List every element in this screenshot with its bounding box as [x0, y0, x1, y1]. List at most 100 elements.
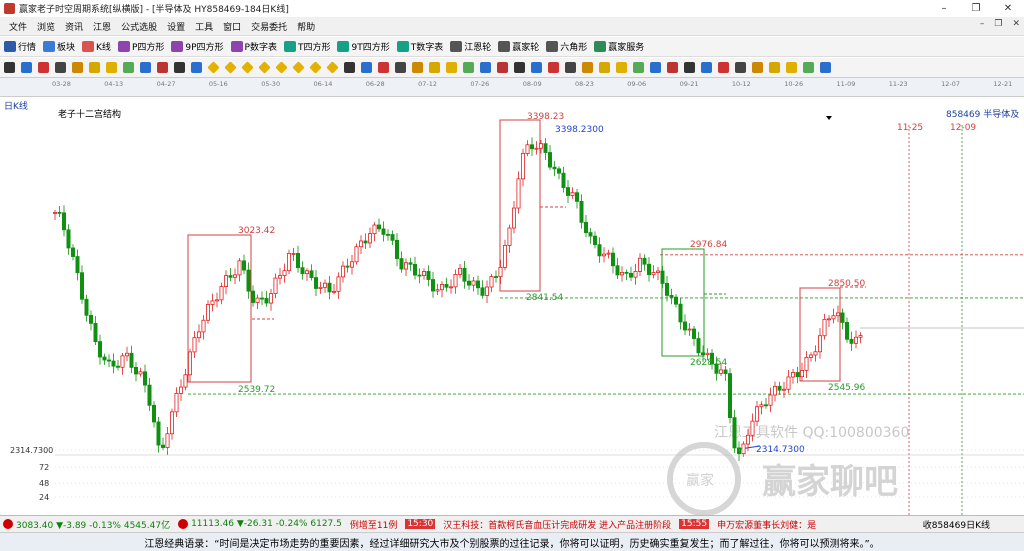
arrow-right-icon[interactable]	[157, 62, 168, 73]
tick-icon[interactable]	[106, 62, 117, 73]
kline-type-icon[interactable]	[55, 62, 66, 73]
grid-icon[interactable]	[4, 62, 15, 73]
menu-settings[interactable]: 设置	[162, 20, 190, 33]
maximize-button[interactable]: ❐	[960, 0, 992, 16]
sz-index[interactable]: 11113.46 ▼-26.31 -0.24% 6127.5	[191, 519, 342, 529]
draw-icon[interactable]	[21, 62, 32, 73]
news-ticker-3[interactable]: 申万宏源董事长刘健：是	[717, 518, 816, 531]
lock-icon[interactable]	[497, 62, 508, 73]
grid2-icon[interactable]	[769, 62, 780, 73]
menu-file[interactable]: 文件	[4, 20, 32, 33]
candle-body	[606, 252, 611, 255]
candle-body	[286, 253, 291, 272]
mdi-minimize-button[interactable]: –	[980, 19, 985, 29]
diamond-icon[interactable]	[224, 61, 237, 74]
diamond-icon[interactable]	[241, 61, 254, 74]
news-ticker-1[interactable]: 例增至11例	[350, 518, 397, 531]
toolbar-button-9[interactable]: 江恩轮	[450, 40, 491, 53]
menu-window[interactable]: 窗口	[218, 20, 246, 33]
cycle-icon[interactable]	[633, 62, 644, 73]
toolbar-button-6[interactable]: T四方形	[283, 40, 330, 53]
hand-icon[interactable]	[344, 62, 355, 73]
quote-bar: 江恩经典语录：“时间是决定市场走势的重要因素，经过详细研究大市及个别股票的过往记…	[0, 532, 1024, 551]
mdi-close-button[interactable]: ✕	[1012, 19, 1020, 29]
pitch-icon[interactable]	[701, 62, 712, 73]
date-tick: 07-26	[470, 80, 489, 88]
channel-icon[interactable]	[667, 62, 678, 73]
circle-icon[interactable]	[429, 62, 440, 73]
y-axis-label: 72	[39, 463, 49, 472]
chart2-icon[interactable]	[599, 62, 610, 73]
toolbar-label: 9T四方形	[351, 43, 390, 53]
candle-body	[354, 246, 359, 263]
menu-gann[interactable]: 江恩	[88, 20, 116, 33]
camera-icon[interactable]	[548, 62, 559, 73]
candle-body	[394, 239, 399, 259]
candle-body	[322, 282, 327, 288]
ma-icon[interactable]	[72, 62, 83, 73]
cursor-icon[interactable]	[123, 62, 134, 73]
candle-body	[318, 286, 323, 289]
menu-trade[interactable]: 交易委托	[246, 20, 292, 33]
structure-label: 老子十二宫结构	[58, 108, 121, 120]
save-icon[interactable]	[514, 62, 525, 73]
gann-fan-icon[interactable]	[446, 62, 457, 73]
menu-formula[interactable]: 公式选股	[116, 20, 162, 33]
sh-index[interactable]: 3083.40 ▼-3.89 -0.13% 4545.47亿	[16, 518, 170, 531]
square-icon[interactable]	[463, 62, 474, 73]
angle-icon[interactable]	[650, 62, 661, 73]
diamond-icon[interactable]	[292, 61, 305, 74]
toolbar-button-12[interactable]: 赢家服务	[594, 40, 644, 53]
text-icon[interactable]	[395, 62, 406, 73]
toolbar-button-1[interactable]: 板块	[43, 40, 75, 53]
copy-icon[interactable]	[565, 62, 576, 73]
diamond-icon[interactable]	[275, 61, 288, 74]
diamond-icon[interactable]	[326, 61, 339, 74]
wave-icon[interactable]	[616, 62, 627, 73]
candle-body	[300, 267, 305, 275]
toolbar-button-3[interactable]: P四方形	[117, 40, 164, 53]
zoom-icon[interactable]	[38, 62, 49, 73]
fan-icon[interactable]	[684, 62, 695, 73]
dropdown-arrow-icon[interactable]	[826, 116, 832, 120]
candle-body	[669, 295, 674, 298]
menu-help[interactable]: 帮助	[292, 20, 320, 33]
toolbar-button-7[interactable]: 9T四方形	[337, 40, 390, 53]
table-icon[interactable]	[786, 62, 797, 73]
menu-info[interactable]: 资讯	[60, 20, 88, 33]
toolbar-button-10[interactable]: 赢家轮	[498, 40, 539, 53]
toolbar-button-11[interactable]: 六角形	[546, 40, 587, 53]
arrow-left-icon[interactable]	[140, 62, 151, 73]
spiral-icon[interactable]	[752, 62, 763, 73]
first-icon[interactable]	[174, 62, 185, 73]
diamond-icon[interactable]	[309, 61, 322, 74]
settings-icon[interactable]	[820, 62, 831, 73]
cross-icon[interactable]	[361, 62, 372, 73]
toolbar-button-2[interactable]: K线	[82, 40, 111, 53]
bar-icon[interactable]	[89, 62, 100, 73]
line-icon[interactable]	[378, 62, 389, 73]
toolbar-button-8[interactable]: T数字表	[396, 40, 443, 53]
kline-chart[interactable]: 日K线 老子十二宫结构 858469 半导体及 江恩工具软件 QQ:100800…	[0, 97, 1024, 515]
toolbar-button-0[interactable]: 行情	[4, 40, 36, 53]
last-icon[interactable]	[191, 62, 202, 73]
toolbar-button-5[interactable]: P数字表	[230, 40, 277, 53]
candle-body	[615, 265, 620, 276]
palette-icon[interactable]	[803, 62, 814, 73]
diamond-icon[interactable]	[258, 61, 271, 74]
folder-icon[interactable]	[531, 62, 542, 73]
arc-icon[interactable]	[735, 62, 746, 73]
menu-tools[interactable]: 工具	[190, 20, 218, 33]
close-button[interactable]: ✕	[992, 0, 1024, 16]
toolbar-button-4[interactable]: 9P四方形	[171, 40, 224, 53]
mdi-restore-button[interactable]: ❐	[994, 19, 1002, 29]
menu-browse[interactable]: 浏览	[32, 20, 60, 33]
fib-icon[interactable]	[412, 62, 423, 73]
eraser-icon[interactable]	[480, 62, 491, 73]
news-ticker-2[interactable]: 汉王科技：首款柯氏音血压计完成研发 进入产品注册阶段	[443, 518, 671, 531]
candle-body	[142, 371, 147, 386]
chart-icon[interactable]	[582, 62, 593, 73]
minimize-button[interactable]: –	[928, 0, 960, 16]
diamond-icon[interactable]	[207, 61, 220, 74]
box-icon[interactable]	[718, 62, 729, 73]
